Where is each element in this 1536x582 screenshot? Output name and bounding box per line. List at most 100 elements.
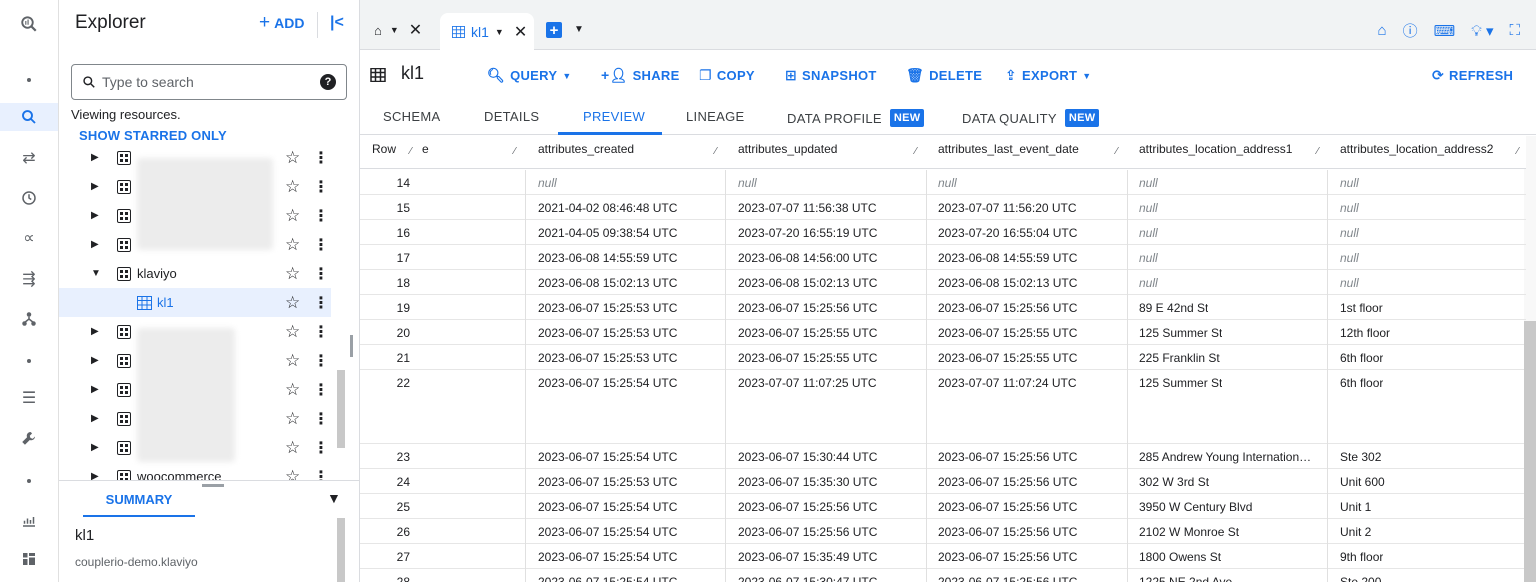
table-cell[interactable]: 2023-06-07 15:25:56 UTC — [938, 575, 1077, 582]
table-cell[interactable]: Unit 600 — [1340, 475, 1385, 489]
table-cell[interactable]: 2023-06-07 15:25:54 UTC — [538, 500, 677, 514]
star-icon[interactable]: ☆ — [285, 380, 300, 400]
table-cell[interactable]: 6th floor — [1340, 351, 1383, 365]
table-cell[interactable]: 2023-06-07 15:25:54 UTC — [538, 550, 677, 564]
table-cell[interactable]: 2023-06-07 15:25:53 UTC — [538, 326, 677, 340]
more-options-icon[interactable]: ⋮ — [313, 235, 329, 255]
table-cell[interactable]: 2023-06-08 15:02:13 UTC — [538, 276, 677, 290]
tree-item-kl1[interactable]: kl1 ☆ ⋮ — [59, 288, 331, 317]
expand-arrow-icon[interactable]: ▶ — [91, 152, 99, 163]
table-cell[interactable]: 2023-07-07 11:07:25 UTC — [738, 376, 877, 390]
table-cell[interactable]: 2023-06-07 15:25:56 UTC — [738, 525, 877, 539]
table-cell[interactable]: null — [1340, 201, 1359, 215]
hierarchy-icon[interactable] — [0, 305, 58, 333]
table-row[interactable]: 28 2023-06-07 15:25:54 UTC 2023-06-07 15:3… — [360, 569, 1526, 582]
table-row[interactable]: 14 null null null null null — [360, 170, 1526, 195]
tab-preview[interactable]: PREVIEW — [583, 109, 645, 124]
table-cell[interactable]: 2023-06-07 15:25:56 UTC — [938, 500, 1077, 514]
table-row[interactable]: 24 2023-06-07 15:25:53 UTC 2023-06-07 15:3… — [360, 469, 1526, 494]
table-cell[interactable]: null — [738, 176, 757, 190]
analytics-hub-icon[interactable]: ∝ — [0, 224, 58, 252]
table-cell[interactable]: 2021-04-05 09:38:54 UTC — [538, 226, 677, 240]
tree-item-klaviyo[interactable]: ▼ klaviyo ☆ ⋮ — [59, 259, 331, 288]
tab-data-profile[interactable]: DATA PROFILE NEW — [787, 109, 925, 127]
table-row[interactable]: 26 2023-06-07 15:25:54 UTC 2023-06-07 15:2… — [360, 519, 1526, 544]
table-cell[interactable]: 2023-06-07 15:30:44 UTC — [738, 450, 877, 464]
close-icon[interactable]: ✕ — [409, 20, 422, 40]
table-cell[interactable]: 2023-06-07 15:25:54 UTC — [538, 575, 677, 582]
query-button[interactable]: 🔍︎ QUERY ▼ — [487, 67, 572, 84]
new-tab-button[interactable]: + — [546, 22, 562, 38]
table-row[interactable]: 23 2023-06-07 15:25:54 UTC 2023-06-07 15:3… — [360, 444, 1526, 469]
expand-arrow-icon[interactable]: ▶ — [91, 210, 99, 221]
table-row[interactable]: 15 2021-04-02 08:46:48 UTC 2023-07-07 11:5… — [360, 195, 1526, 220]
table-cell[interactable]: 2023-06-07 15:25:56 UTC — [738, 500, 877, 514]
tab-lineage[interactable]: LINEAGE — [686, 109, 744, 124]
resize-handle-icon[interactable]: ⁄ — [1116, 146, 1118, 157]
home-icon[interactable]: ⌂ — [1378, 22, 1387, 39]
table-cell[interactable]: 2023-06-08 15:02:13 UTC — [738, 276, 877, 290]
column-header[interactable]: attributes_created — [538, 142, 634, 156]
resize-handle-icon[interactable]: ⁄ — [410, 146, 412, 157]
collapse-panel-icon[interactable]: |< — [330, 14, 344, 32]
table-cell[interactable]: null — [1340, 251, 1359, 265]
expand-arrow-icon[interactable]: ▶ — [91, 384, 99, 395]
table-cell[interactable]: 2023-06-07 15:30:47 UTC — [738, 575, 877, 582]
table-cell[interactable]: 125 Summer St — [1139, 376, 1222, 390]
table-cell[interactable]: 1st floor — [1340, 301, 1383, 315]
expand-arrow-icon[interactable]: ▶ — [91, 355, 99, 366]
table-row[interactable]: 20 2023-06-07 15:25:53 UTC 2023-06-07 15:2… — [360, 320, 1526, 345]
wrench-icon[interactable] — [0, 424, 58, 452]
table-cell[interactable]: 2023-06-07 15:35:49 UTC — [738, 550, 877, 564]
more-options-icon[interactable]: ⋮ — [313, 438, 329, 458]
refresh-button[interactable]: ⟳ REFRESH — [1432, 67, 1513, 84]
star-icon[interactable]: ☆ — [285, 438, 300, 458]
dropdown-arrow-icon[interactable]: ▼ — [495, 27, 504, 37]
table-cell[interactable]: Unit 2 — [1340, 525, 1371, 539]
table-cell[interactable]: 2023-06-07 15:25:56 UTC — [938, 550, 1077, 564]
table-cell[interactable]: 2102 W Monroe St — [1139, 525, 1239, 539]
more-options-icon[interactable]: ⋮ — [313, 264, 329, 284]
table-cell[interactable]: 2023-06-07 15:25:56 UTC — [938, 301, 1077, 315]
column-header[interactable]: attributes_location_address1 — [1139, 142, 1292, 156]
star-icon[interactable]: ☆ — [285, 150, 300, 168]
table-row[interactable]: 19 2023-06-07 15:25:53 UTC 2023-06-07 15:2… — [360, 295, 1526, 320]
transfers-icon[interactable]: ⇄ — [0, 144, 58, 172]
table-cell[interactable]: null — [1139, 201, 1158, 215]
star-icon[interactable]: ☆ — [285, 206, 300, 226]
table-cell[interactable]: Ste 302 — [1340, 450, 1381, 464]
column-header[interactable]: attributes_location_address2 — [1340, 142, 1493, 156]
table-cell[interactable]: 2023-06-07 15:25:54 UTC — [538, 450, 677, 464]
tab-kl1[interactable]: kl1 ▼ ✕ — [440, 13, 534, 50]
close-icon[interactable]: ✕ — [514, 22, 527, 42]
table-cell[interactable]: 2023-06-08 14:55:59 UTC — [538, 251, 677, 265]
table-cell[interactable]: 2023-06-08 14:56:00 UTC — [738, 251, 877, 265]
table-cell[interactable]: 2023-07-07 11:56:20 UTC — [938, 201, 1077, 215]
more-options-icon[interactable]: ⋮ — [313, 467, 329, 481]
table-cell[interactable]: 2023-07-07 11:07:24 UTC — [938, 376, 1077, 390]
scheduled-clock-icon[interactable] — [0, 184, 58, 212]
search-nav-icon[interactable] — [0, 103, 58, 131]
snapshot-button[interactable]: ⊞ SNAPSHOT — [785, 67, 877, 84]
table-cell[interactable]: 2023-06-07 15:25:56 UTC — [938, 450, 1077, 464]
table-cell[interactable]: 2023-06-08 14:55:59 UTC — [938, 251, 1077, 265]
table-cell[interactable]: 2021-04-02 08:46:48 UTC — [538, 201, 677, 215]
more-options-icon[interactable]: ⋮ — [313, 409, 329, 429]
more-options-icon[interactable]: ⋮ — [313, 380, 329, 400]
table-cell[interactable]: 2023-06-07 15:25:54 UTC — [538, 525, 677, 539]
table-cell[interactable]: 2023-06-07 15:25:53 UTC — [538, 351, 677, 365]
more-options-icon[interactable]: ⋮ — [313, 322, 329, 342]
home-tab[interactable]: ⌂ ▼ ✕ — [374, 20, 422, 40]
dashboard-icon[interactable] — [0, 545, 58, 573]
table-row[interactable]: 18 2023-06-08 15:02:13 UTC 2023-06-08 15:0… — [360, 270, 1526, 295]
chart-icon[interactable] — [0, 506, 58, 534]
star-icon[interactable]: ☆ — [285, 351, 300, 371]
resize-handle-icon[interactable]: ⁄ — [715, 146, 717, 157]
star-icon[interactable]: ☆ — [285, 322, 300, 342]
tree-scrollbar[interactable] — [337, 370, 345, 448]
copy-button[interactable]: ❐ COPY — [699, 67, 755, 84]
keyboard-icon[interactable]: ⌨ — [1434, 22, 1456, 40]
table-cell[interactable]: null — [938, 176, 957, 190]
dropdown-arrow-icon[interactable]: ▼ — [574, 24, 584, 35]
star-icon[interactable]: ☆ — [285, 235, 300, 255]
